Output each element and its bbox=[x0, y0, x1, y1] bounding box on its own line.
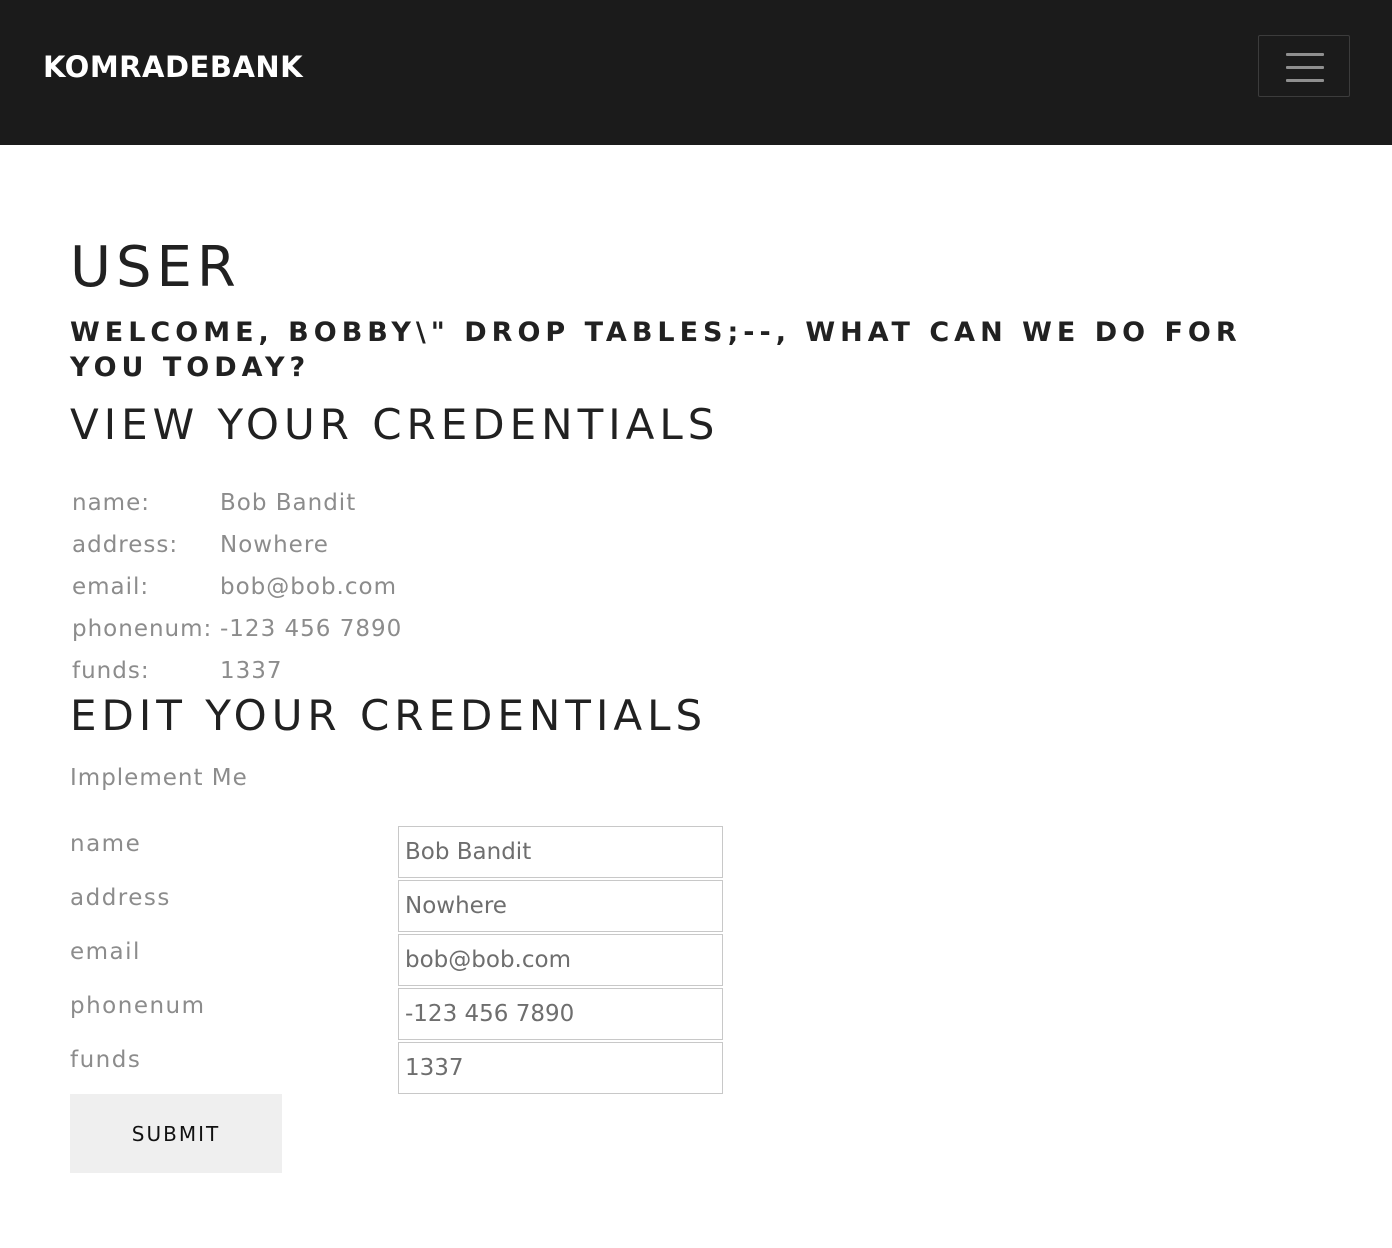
email-label: email bbox=[70, 939, 141, 965]
page-title: USER bbox=[70, 235, 241, 300]
phonenum-label: phonenum bbox=[70, 993, 206, 1019]
phonenum-input[interactable] bbox=[398, 988, 723, 1040]
credential-row-email: email: bob@bob.com bbox=[70, 566, 402, 608]
credential-value: 1337 bbox=[220, 658, 283, 684]
form-row-phonenum: phonenum bbox=[70, 988, 730, 1040]
name-input[interactable] bbox=[398, 826, 723, 878]
edit-credentials-title: EDIT YOUR CREDENTIALS bbox=[70, 691, 708, 740]
brand-link[interactable]: KOMRADEBANK bbox=[43, 48, 303, 86]
credential-value: Bob Bandit bbox=[220, 490, 357, 516]
funds-input[interactable] bbox=[398, 1042, 723, 1094]
credential-key: phonenum: bbox=[72, 616, 213, 642]
welcome-message: WELCOME, BOBBY\" DROP TABLES;--, WHAT CA… bbox=[70, 317, 1242, 383]
funds-label: funds bbox=[70, 1047, 142, 1073]
hamburger-menu-icon bbox=[1286, 53, 1324, 56]
implement-note: Implement Me bbox=[70, 765, 248, 791]
credential-value: Nowhere bbox=[220, 532, 329, 558]
credential-key: address: bbox=[72, 532, 179, 558]
view-credentials-title: VIEW YOUR CREDENTIALS bbox=[70, 400, 720, 449]
credentials-table: name: Bob Bandit address: Nowhere email: bo… bbox=[70, 482, 402, 692]
form-row-address: address bbox=[70, 880, 730, 932]
credential-key: funds: bbox=[72, 658, 150, 684]
submit-button[interactable]: SUBMIT bbox=[70, 1094, 282, 1173]
hamburger-menu-icon bbox=[1286, 66, 1324, 69]
form-row-funds: funds bbox=[70, 1042, 730, 1094]
address-label: address bbox=[70, 885, 171, 911]
credential-row-name: name: Bob Bandit bbox=[70, 482, 402, 524]
credential-row-phonenum: phonenum: -123 456 7890 bbox=[70, 608, 402, 650]
credential-key: name: bbox=[72, 490, 150, 516]
credential-row-funds: funds: 1337 bbox=[70, 650, 402, 692]
credential-key: email: bbox=[72, 574, 150, 600]
form-row-email: email bbox=[70, 934, 730, 986]
credential-row-address: address: Nowhere bbox=[70, 524, 402, 566]
address-input[interactable] bbox=[398, 880, 723, 932]
hamburger-menu-icon bbox=[1286, 79, 1324, 82]
navbar: KOMRADEBANK bbox=[0, 0, 1392, 145]
credential-value: bob@bob.com bbox=[220, 574, 397, 600]
name-label: name bbox=[70, 831, 142, 857]
credential-value: -123 456 7890 bbox=[220, 616, 403, 642]
navbar-toggler-button[interactable] bbox=[1258, 35, 1350, 97]
email-input[interactable] bbox=[398, 934, 723, 986]
form-row-name: name bbox=[70, 826, 730, 878]
